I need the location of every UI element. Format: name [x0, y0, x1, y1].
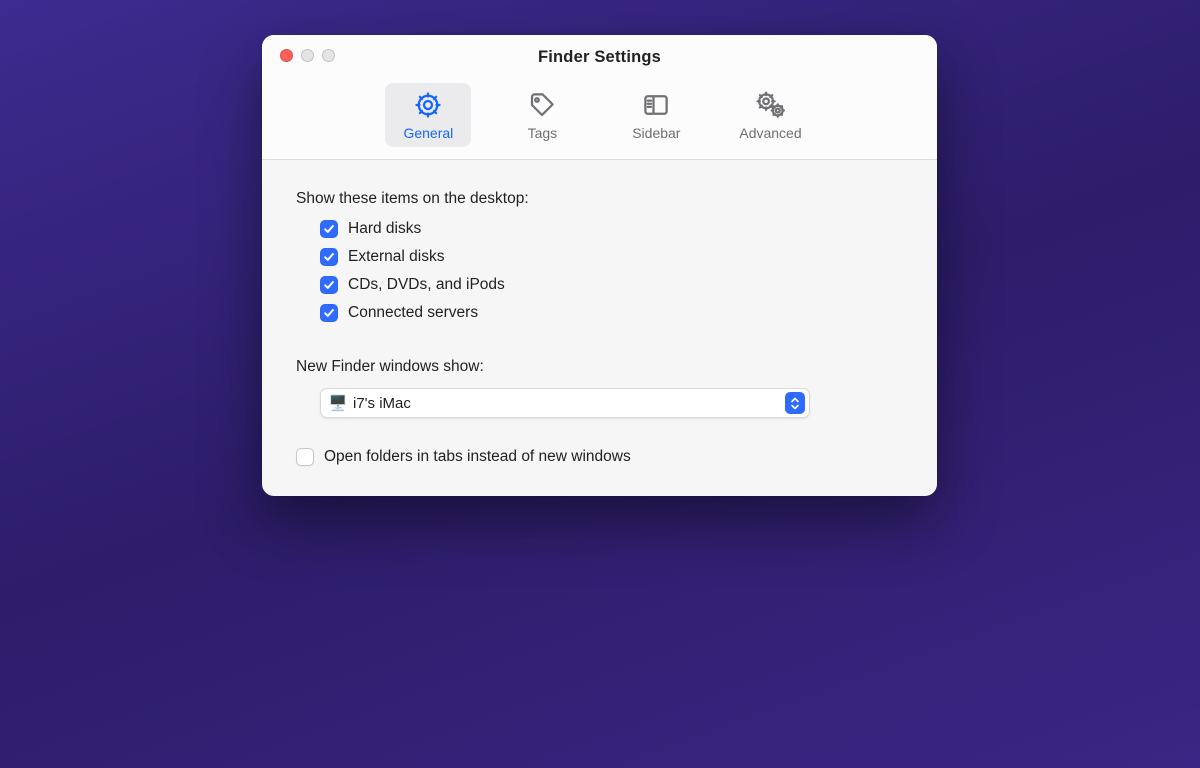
checkbox-empty-icon: [296, 448, 314, 466]
gears-icon: [755, 89, 787, 121]
close-button[interactable]: [280, 49, 293, 62]
gear-icon: [412, 89, 444, 121]
window-title: Finder Settings: [262, 48, 937, 67]
updown-icon: [785, 392, 805, 414]
checkbox-external-disks[interactable]: External disks: [320, 248, 903, 266]
checkmark-icon: [320, 276, 338, 294]
tab-tags-label: Tags: [528, 125, 558, 141]
tab-tags[interactable]: Tags: [499, 83, 585, 147]
checkmark-icon: [320, 220, 338, 238]
new-finder-windows-popup[interactable]: 🖥️ i7's iMac: [320, 388, 810, 418]
checkbox-hard-disks[interactable]: Hard disks: [320, 220, 903, 238]
zoom-button[interactable]: [322, 49, 335, 62]
tab-sidebar-label: Sidebar: [632, 125, 680, 141]
tab-sidebar[interactable]: Sidebar: [613, 83, 699, 147]
general-pane: Show these items on the desktop: Hard di…: [262, 160, 937, 496]
settings-tabbar: General Tags: [262, 79, 937, 159]
checkbox-label: Open folders in tabs instead of new wind…: [324, 448, 631, 466]
new-finder-windows-label: New Finder windows show:: [296, 358, 903, 376]
imac-icon: 🖥️: [329, 394, 347, 412]
checkbox-label: Connected servers: [348, 304, 478, 322]
checkmark-icon: [320, 248, 338, 266]
popup-value: i7's iMac: [353, 395, 785, 412]
checkbox-label: External disks: [348, 248, 444, 266]
titlebar: Finder Settings General: [262, 35, 937, 160]
checkmark-icon: [320, 304, 338, 322]
tab-general-label: General: [403, 125, 453, 141]
window-controls: [280, 49, 335, 62]
tab-advanced[interactable]: Advanced: [727, 83, 813, 147]
checkbox-label: Hard disks: [348, 220, 421, 238]
checkbox-label: CDs, DVDs, and iPods: [348, 276, 505, 294]
checkbox-open-in-tabs[interactable]: Open folders in tabs instead of new wind…: [296, 448, 903, 466]
checkbox-connected-servers[interactable]: Connected servers: [320, 304, 903, 322]
finder-settings-window: Finder Settings General: [262, 35, 937, 496]
tag-icon: [526, 89, 558, 121]
desktop-items-label: Show these items on the desktop:: [296, 190, 903, 208]
minimize-button[interactable]: [301, 49, 314, 62]
tab-general[interactable]: General: [385, 83, 471, 147]
checkbox-cds-dvds-ipods[interactable]: CDs, DVDs, and iPods: [320, 276, 903, 294]
sidebar-icon: [640, 89, 672, 121]
tab-advanced-label: Advanced: [739, 125, 801, 141]
